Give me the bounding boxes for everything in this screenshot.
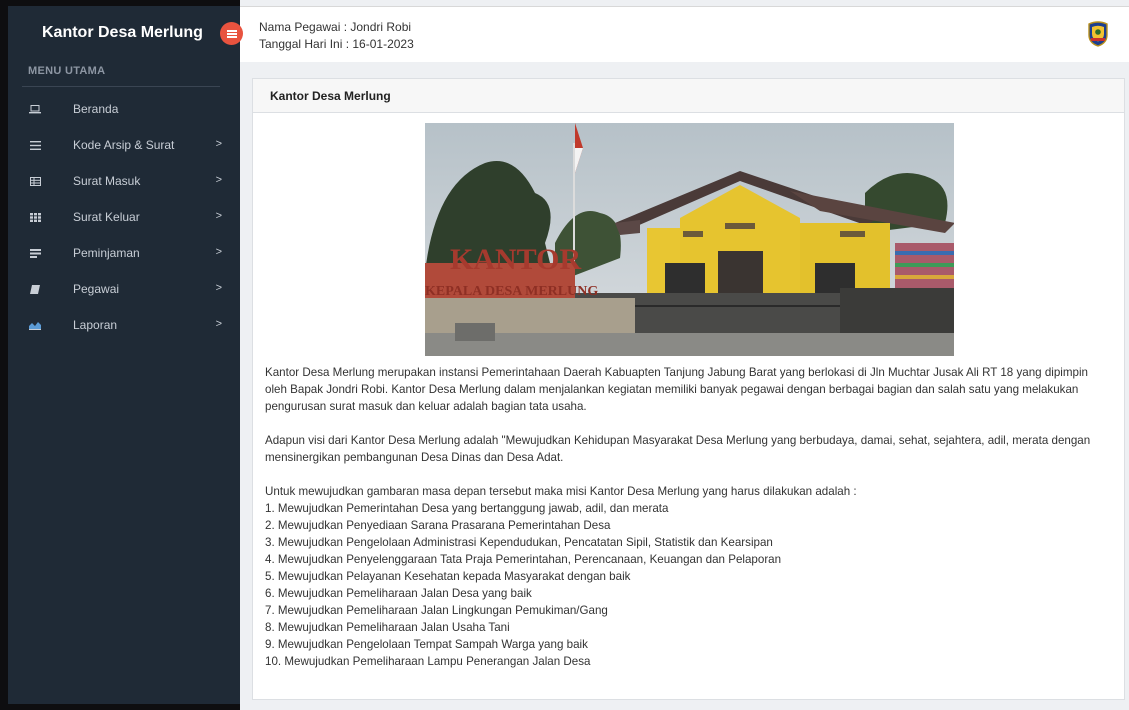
employee-name: Nama Pegawai : Jondri Robi [259,20,412,34]
today-date: Tanggal Hari Ini : 16-01-2023 [259,37,414,51]
topbar: Nama Pegawai : Jondri Robi Tanggal Hari … [240,6,1129,62]
card-title: Kantor Desa Merlung [253,79,1124,113]
menu-divider [22,86,220,87]
sidebar-item-label: Peminjaman [73,246,140,260]
chevron-right-icon: > [215,246,222,258]
mission-item: 8. Mewujudkan Pemeliharaan Jalan Usaha T… [265,621,510,634]
sidebar-item-label: Surat Masuk [73,174,141,188]
mission-list: 1. Mewujudkan Pemerintahan Desa yang ber… [265,500,1112,670]
sidebar-item-label: Surat Keluar [73,210,140,224]
book-icon [28,283,42,295]
sidebar-item-surat-masuk[interactable]: Surat Masuk > [8,163,240,199]
sidebar-item-laporan[interactable]: Laporan > [8,307,240,343]
sidebar-item-peminjaman[interactable]: Peminjaman > [8,235,240,271]
mission-item: 6. Mewujudkan Pemeliharaan Jalan Desa ya… [265,587,532,600]
mission-item: 9. Mewujudkan Pengelolaan Tempat Sampah … [265,638,588,651]
mission-item: 1. Mewujudkan Pemerintahan Desa yang ber… [265,502,669,515]
brand-title[interactable]: Kantor Desa Merlung [8,6,240,60]
mission-item: 3. Mewujudkan Pengelolaan Administrasi K… [265,536,773,549]
photo-sign-text: KANTOR [450,243,581,276]
mission-item: 7. Mewujudkan Pemeliharaan Jalan Lingkun… [265,604,608,617]
sidebar-item-label: Pegawai [73,282,120,296]
card-body: KANTOR KEPALA DESA MERLUNG Kantor Desa M… [253,113,1124,670]
sidebar-toggle-button[interactable] [220,22,243,45]
chevron-right-icon: > [215,282,222,294]
sidebar-menu: Beranda Kode Arsip & Surat > Surat Masuk… [8,91,240,343]
regency-logo-icon[interactable] [1087,21,1109,47]
mission-item: 10. Mewujudkan Pemeliharaan Lampu Penera… [265,655,591,668]
sidebar-item-beranda[interactable]: Beranda [8,91,240,127]
vision-paragraph: Adapun visi dari Kantor Desa Merlung ada… [265,434,1091,464]
description-paragraph: Kantor Desa Merlung merupakan instansi P… [265,366,1089,413]
menu-header: MENU UTAMA [28,65,106,77]
office-photo: KANTOR KEPALA DESA MERLUNG [425,123,954,356]
menu-icon [226,29,237,38]
mission-item: 4. Mewujudkan Penyelenggaraan Tata Praja… [265,553,782,566]
sidebar-item-kode-arsip[interactable]: Kode Arsip & Surat > [8,127,240,163]
mission-item: 5. Mewujudkan Pelayanan Kesehatan kepada… [265,570,631,583]
sidebar-item-label: Kode Arsip & Surat [73,138,175,152]
user-info: Nama Pegawai : Jondri Robi Tanggal Hari … [259,19,414,53]
chart-icon [28,319,42,331]
sidebar: Kantor Desa Merlung MENU UTAMA Beranda K… [0,0,240,710]
chevron-right-icon: > [215,318,222,330]
photo-sign-subtext: KEPALA DESA MERLUNG [425,284,598,299]
chevron-right-icon: > [215,210,222,222]
content-card: Kantor Desa Merlung KANTOR KEPALA DESA M… [252,78,1125,700]
mission-intro: Untuk mewujudkan gambaran masa depan ter… [265,485,857,498]
list-icon [28,247,42,259]
grid-icon [28,211,42,223]
mission-item: 2. Mewujudkan Penyediaan Sarana Prasaran… [265,519,611,532]
sidebar-item-surat-keluar[interactable]: Surat Keluar > [8,199,240,235]
sidebar-item-label: Laporan [73,318,118,332]
bars-icon [28,139,42,151]
sidebar-item-pegawai[interactable]: Pegawai > [8,271,240,307]
chevron-right-icon: > [215,174,222,186]
laptop-icon [28,103,42,115]
sidebar-item-label: Beranda [73,102,119,116]
table-icon [28,175,42,187]
chevron-right-icon: > [215,138,222,150]
